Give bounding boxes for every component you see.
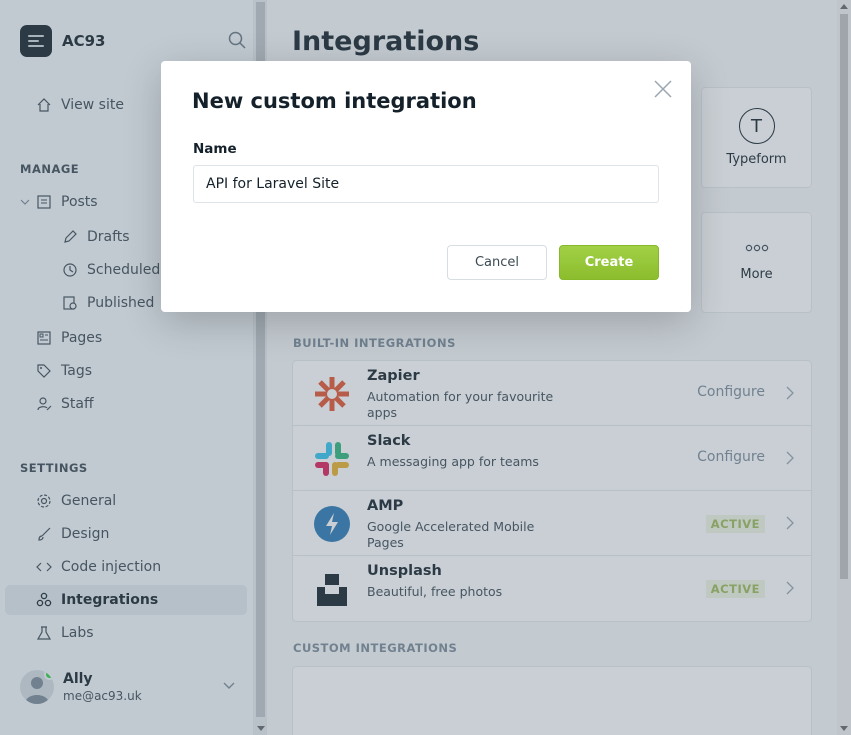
name-input[interactable] [193,165,659,203]
close-icon[interactable] [654,80,672,98]
create-button[interactable]: Create [559,245,659,280]
new-integration-modal: New custom integration Name Cancel Creat… [161,61,691,312]
cancel-button[interactable]: Cancel [447,245,547,280]
name-field-label: Name [193,141,237,157]
modal-title: New custom integration [192,89,477,113]
